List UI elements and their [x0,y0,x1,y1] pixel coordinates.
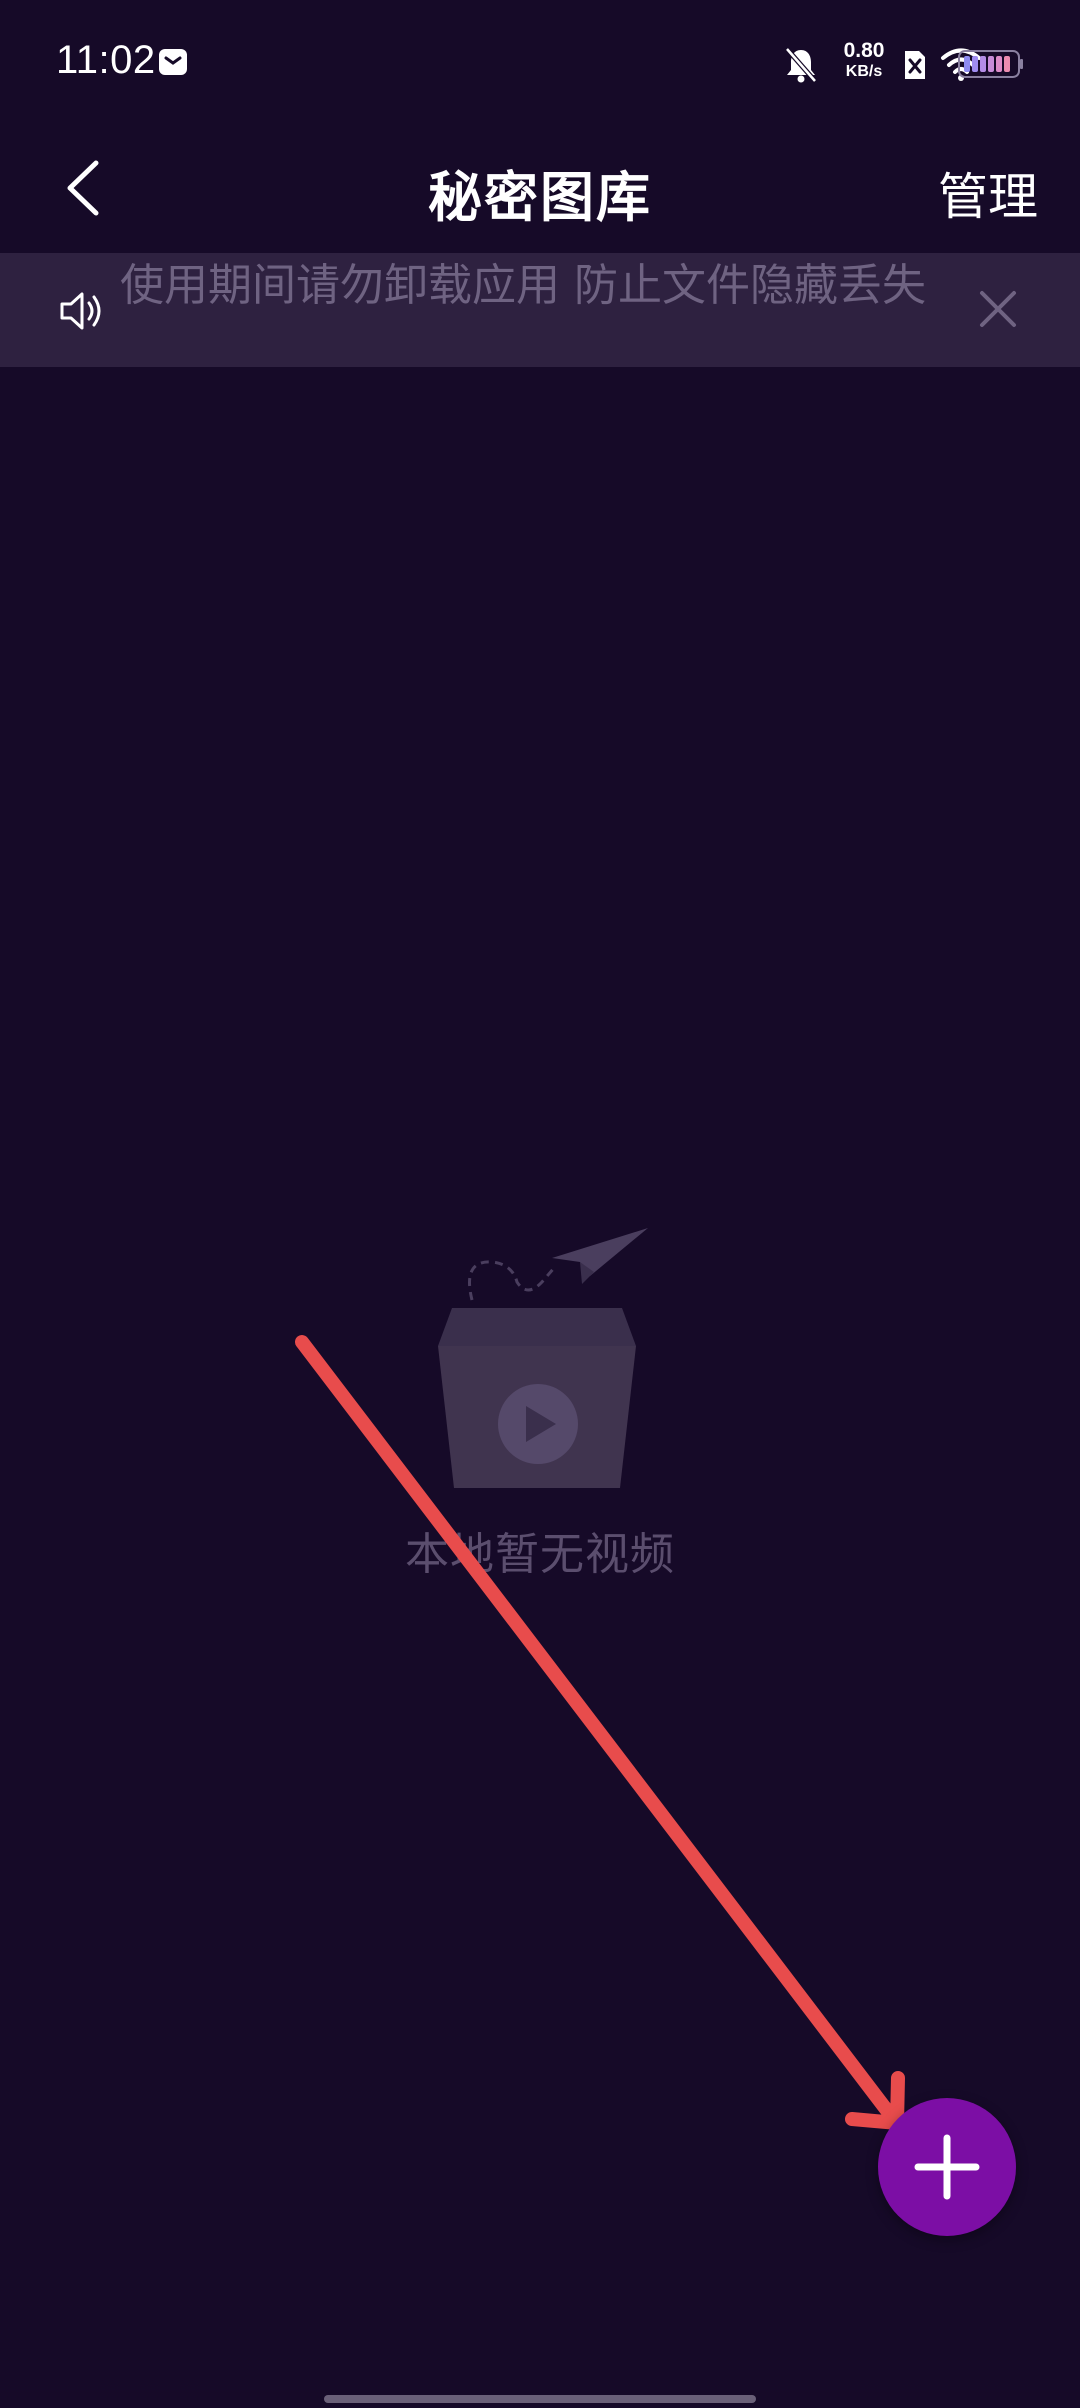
nav-bar: 秘密图库 管理 [0,125,1080,250]
notice-text: 使用期间请勿卸载应用 防止文件隐藏丢失 [120,260,926,311]
status-time: 11:02 [56,38,156,82]
message-icon [159,49,187,75]
net-speed: 0.80 KB/s [834,40,894,80]
net-speed-unit: KB/s [845,63,883,80]
page-title: 秘密图库 [428,166,652,229]
close-icon[interactable] [978,289,1018,329]
bell-muted-icon [785,47,817,83]
notice-banner: 使用期间请勿卸载应用 防止文件隐藏丢失 [0,253,1080,367]
battery-icon [958,50,1023,78]
empty-box-video-icon [438,1228,648,1488]
net-speed-value: 0.80 [843,39,885,62]
manage-button[interactable]: 管理 [938,157,1038,229]
empty-state-text: 本地暂无视频 [405,1529,675,1580]
status-bar: 11:02 0.80 KB/s [0,0,1080,125]
sim-off-icon [905,51,925,79]
speaker-icon [60,292,101,330]
add-button[interactable] [878,2098,1016,2236]
home-indicator[interactable] [324,2395,756,2403]
screen: 11:02 0.80 KB/s 秘密图库 管理 使用期间请勿卸载应用 防止文件隐… [0,0,1080,2408]
plus-icon [914,2134,980,2200]
